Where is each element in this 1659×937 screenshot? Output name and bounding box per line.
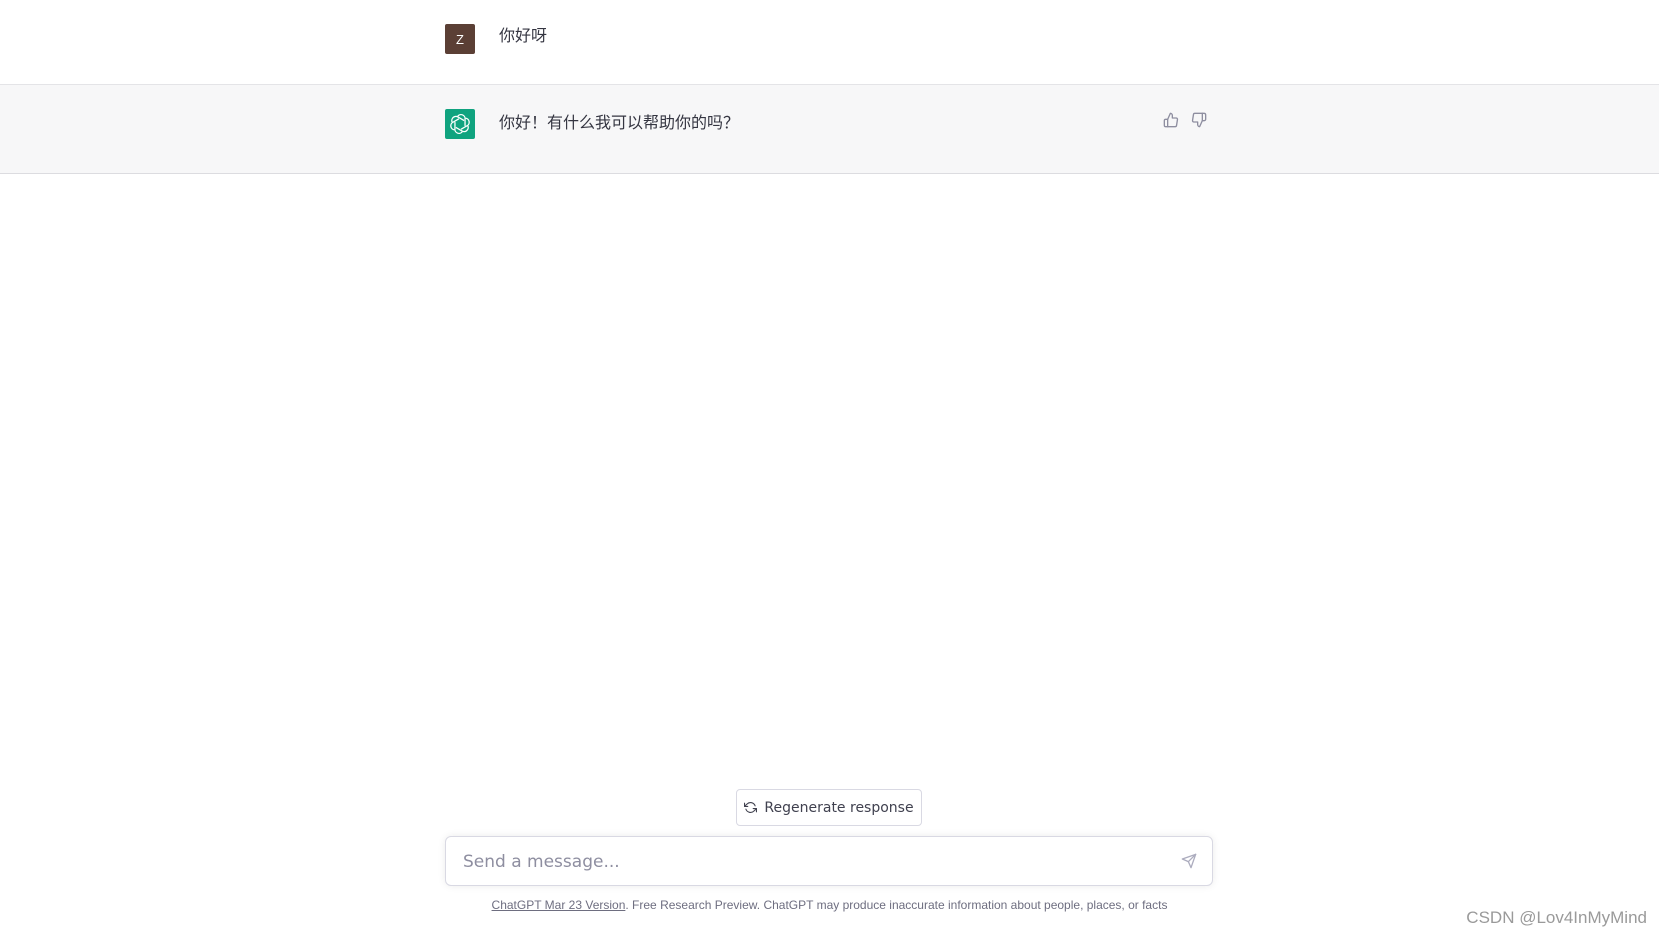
user-message-row: Z 你好呀: [0, 0, 1659, 85]
watermark: CSDN @Lov4InMyMind: [1466, 908, 1647, 927]
regenerate-label: Regenerate response: [764, 799, 914, 816]
message-composer: [445, 836, 1213, 887]
assistant-message-text: 你好！有什么我可以帮助你的吗？: [499, 113, 740, 132]
thumbs-up-icon: [1163, 112, 1179, 128]
openai-logo-icon: [450, 114, 470, 134]
user-message-text: 你好呀: [499, 26, 548, 45]
user-avatar: Z: [445, 24, 475, 54]
refresh-icon: [744, 802, 758, 813]
version-link[interactable]: ChatGPT Mar 23 Version: [492, 898, 626, 912]
footer-disclaimer: ChatGPT Mar 23 Version. Free Research Pr…: [0, 898, 1659, 912]
message-input[interactable]: [461, 837, 1165, 887]
assistant-message-row: 你好！有什么我可以帮助你的吗？: [0, 85, 1659, 174]
chat-page: Z 你好呀 你好！有什么我可以帮助你的吗？ Regenerate respons…: [0, 0, 1659, 937]
send-button[interactable]: [1180, 852, 1198, 870]
thumbs-down-icon: [1191, 112, 1207, 128]
regenerate-response-button[interactable]: Regenerate response: [736, 789, 922, 826]
thumbs-up-button[interactable]: [1162, 111, 1180, 129]
thumbs-down-button[interactable]: [1190, 111, 1208, 129]
send-icon: [1181, 853, 1197, 869]
disclaimer-text: . Free Research Preview. ChatGPT may pro…: [625, 898, 1168, 912]
feedback-buttons: [1162, 111, 1208, 129]
assistant-avatar: [445, 109, 475, 139]
